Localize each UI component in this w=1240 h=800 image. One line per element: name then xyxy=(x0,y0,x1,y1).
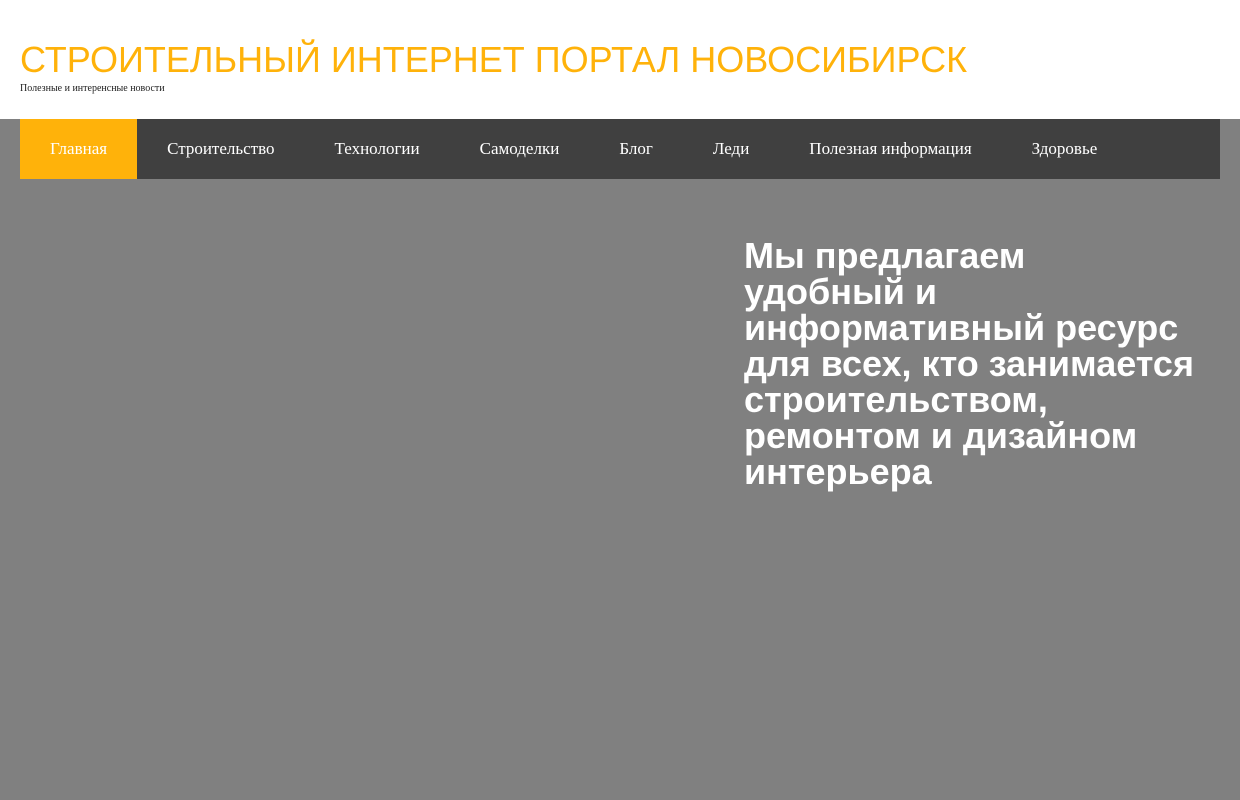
site-tagline: Полезные и интеренсные новости xyxy=(20,83,165,94)
nav-item-home[interactable]: Главная xyxy=(20,119,138,179)
nav-item-ladies[interactable]: Леди xyxy=(683,119,779,179)
site-title[interactable]: СТРОИТЕЛЬНЫЙ ИНТЕРНЕТ ПОРТАЛ НОВОСИБИРСК xyxy=(20,40,967,80)
site-header: СТРОИТЕЛЬНЫЙ ИНТЕРНЕТ ПОРТАЛ НОВОСИБИРСК… xyxy=(0,0,1240,119)
nav-item-useful-info[interactable]: Полезная информация xyxy=(779,119,1001,179)
nav-item-construction[interactable]: Строительство xyxy=(137,119,304,179)
nav-item-technologies[interactable]: Технологии xyxy=(305,119,450,179)
hero-text: Мы предлагаем удобный и информативный ре… xyxy=(744,235,1194,492)
main-nav: Главная Строительство Технологии Самодел… xyxy=(20,119,1220,179)
nav-item-diy[interactable]: Самоделки xyxy=(450,119,590,179)
nav-item-health[interactable]: Здоровье xyxy=(1002,119,1128,179)
nav-item-blog[interactable]: Блог xyxy=(589,119,683,179)
